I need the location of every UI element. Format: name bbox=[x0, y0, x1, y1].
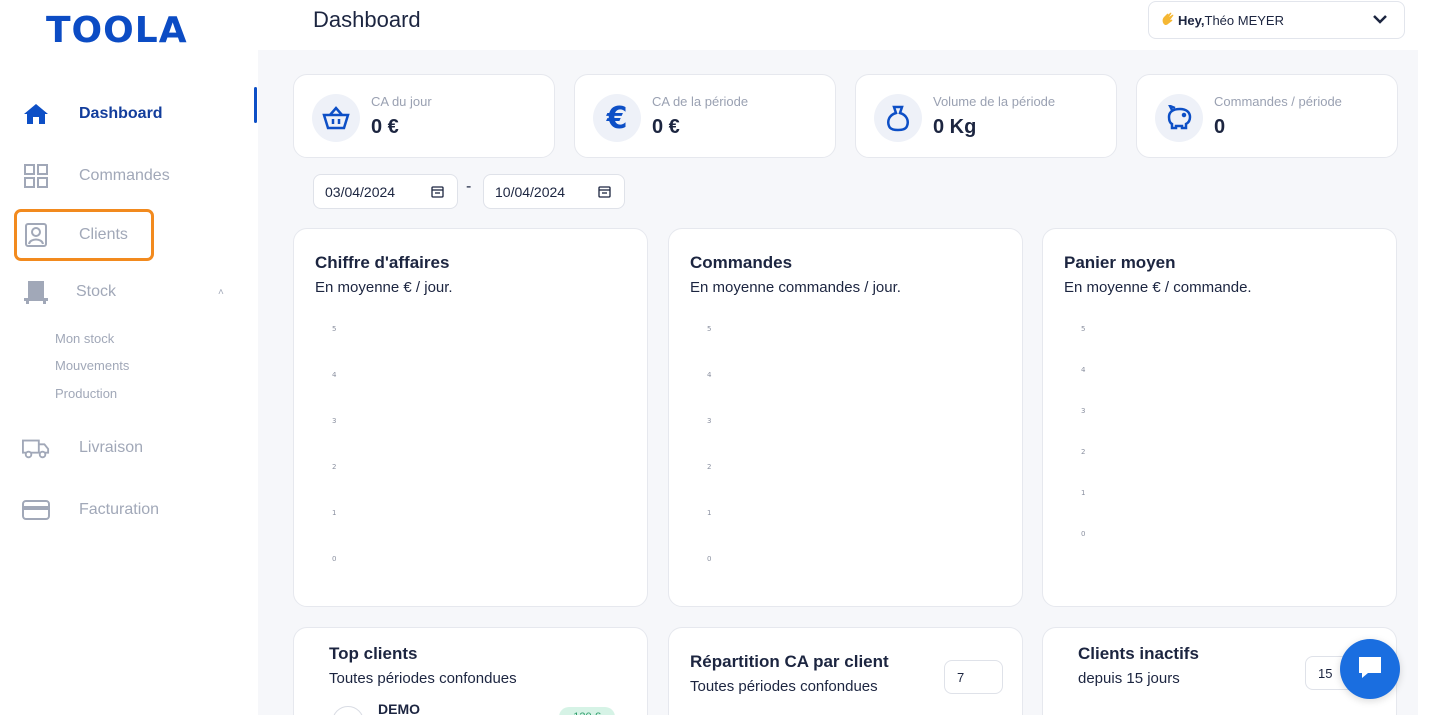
y-tick-label: 0 bbox=[332, 555, 336, 563]
sidebar-item-label: Clients bbox=[79, 226, 128, 243]
active-indicator bbox=[254, 87, 257, 123]
card-subtitle: depuis 15 jours bbox=[1078, 670, 1180, 687]
sidebar-item-facturation[interactable]: Facturation bbox=[0, 490, 250, 530]
chart-card-commandes: Commandes En moyenne commandes / jour. 5… bbox=[668, 228, 1023, 607]
chat-button[interactable] bbox=[1340, 639, 1400, 699]
piggy-bank-icon bbox=[1155, 94, 1203, 142]
stat-value: 0 Kg bbox=[933, 116, 977, 138]
stat-value: 0 bbox=[1214, 116, 1226, 138]
sidebar-item-commandes[interactable]: Commandes bbox=[0, 156, 250, 196]
sidebar-item-label: Stock bbox=[76, 283, 117, 300]
contact-card-icon bbox=[22, 221, 50, 249]
chevron-up-icon[interactable]: ˄ bbox=[218, 287, 224, 298]
chart-plot: 5 4 3 2 1 0 bbox=[707, 325, 712, 563]
app-logo[interactable]: TOOLA bbox=[46, 10, 188, 51]
date-end-value: 10/04/2024 bbox=[495, 183, 566, 200]
y-tick-label: 2 bbox=[1081, 448, 1085, 456]
credit-card-icon bbox=[22, 496, 50, 524]
basket-icon bbox=[312, 94, 360, 142]
stat-value: 0 € bbox=[371, 116, 399, 138]
chart-card-panier-moyen: Panier moyen En moyenne € / commande. 54… bbox=[1042, 228, 1397, 607]
greeting-text: Hey, bbox=[1178, 12, 1205, 28]
date-separator: - bbox=[466, 178, 472, 195]
sidebar-item-label: Dashboard bbox=[79, 105, 163, 122]
sidebar-subitem-production[interactable]: Production bbox=[55, 386, 117, 401]
sidebar-subitem-mouvements[interactable]: Mouvements bbox=[55, 358, 129, 373]
stat-card-ca-jour: CA du jour 0 € bbox=[293, 74, 555, 158]
date-end-input[interactable]: 10/04/2024 bbox=[483, 174, 625, 209]
page-title: Dashboard bbox=[313, 7, 421, 32]
card-subtitle: Toutes périodes confondues bbox=[329, 670, 517, 687]
stat-value: 0 € bbox=[652, 116, 680, 138]
card-repartition-ca: Répartition CA par client Toutes période… bbox=[668, 627, 1023, 715]
y-tick-label: 1 bbox=[707, 509, 711, 517]
client-amount-badge: 120 € bbox=[559, 707, 615, 715]
card-top-clients: Top clients Toutes périodes confondues .… bbox=[293, 627, 648, 715]
stat-card-commandes: Commandes / période 0 bbox=[1136, 74, 1398, 158]
card-subtitle: Toutes périodes confondues bbox=[690, 678, 878, 695]
y-tick-label: 2 bbox=[332, 463, 336, 471]
user-menu-dropdown[interactable]: Hey, Théo MEYER bbox=[1148, 1, 1405, 39]
chart-plot: 5 4 3 2 1 0 bbox=[1081, 325, 1086, 538]
sidebar-item-stock[interactable]: Stock ˄ bbox=[0, 272, 250, 312]
date-start-input[interactable]: 03/04/2024 bbox=[313, 174, 458, 209]
weight-bag-icon bbox=[874, 94, 922, 142]
client-avatar: ... bbox=[332, 706, 364, 715]
sidebar: TOOLA Dashboard Commandes Clients Stock … bbox=[0, 0, 258, 715]
card-title: Répartition CA par client bbox=[690, 652, 889, 671]
y-tick-label: 3 bbox=[707, 417, 711, 425]
warehouse-icon bbox=[22, 278, 50, 306]
y-tick-label: 3 bbox=[332, 417, 336, 425]
calendar-icon[interactable] bbox=[598, 185, 611, 201]
truck-icon bbox=[22, 434, 50, 462]
card-title: Top clients bbox=[329, 644, 418, 663]
stat-card-ca-periode: € CA de la période 0 € bbox=[574, 74, 836, 158]
y-tick-label: 3 bbox=[1081, 407, 1085, 415]
stat-label: Commandes / période bbox=[1214, 94, 1342, 109]
stat-card-volume: Volume de la période 0 Kg bbox=[855, 74, 1117, 158]
sidebar-item-label: Commandes bbox=[79, 167, 170, 184]
sidebar-item-label: Facturation bbox=[79, 501, 160, 518]
client-count-input[interactable]: 7 bbox=[944, 660, 1003, 694]
y-tick-label: 4 bbox=[332, 371, 337, 379]
stat-label: Volume de la période bbox=[933, 94, 1056, 109]
y-tick-label: 5 bbox=[707, 325, 711, 333]
chevron-down-icon bbox=[1372, 11, 1388, 30]
chat-bubble-icon bbox=[1356, 654, 1384, 685]
stat-label: CA de la période bbox=[652, 94, 749, 109]
euro-icon: € bbox=[593, 94, 641, 142]
stat-label: CA du jour bbox=[371, 94, 432, 109]
calendar-icon[interactable] bbox=[431, 185, 444, 201]
y-tick-label: 5 bbox=[1081, 325, 1085, 333]
sidebar-item-label: Livraison bbox=[79, 439, 144, 456]
y-tick-label: 5 bbox=[332, 325, 336, 333]
grid-icon bbox=[22, 162, 50, 190]
client-name[interactable]: DEMO bbox=[378, 701, 420, 715]
sidebar-item-clients[interactable]: Clients bbox=[0, 215, 250, 255]
sidebar-item-livraison[interactable]: Livraison bbox=[0, 428, 250, 468]
home-icon bbox=[22, 100, 50, 128]
chart-plot: 5 4 3 2 1 0 bbox=[332, 325, 337, 563]
waving-hand-icon bbox=[1161, 12, 1175, 29]
sidebar-item-dashboard[interactable]: Dashboard bbox=[0, 94, 250, 134]
y-tick-label: 4 bbox=[1081, 366, 1086, 374]
y-tick-label: 1 bbox=[332, 509, 336, 517]
card-title: Clients inactifs bbox=[1078, 644, 1199, 663]
chart-card-chiffre-affaires: Chiffre d'affaires En moyenne € / jour. … bbox=[293, 228, 648, 607]
y-tick-label: 1 bbox=[1081, 489, 1085, 497]
y-tick-label: 2 bbox=[707, 463, 711, 471]
y-tick-label: 4 bbox=[707, 371, 712, 379]
date-start-value: 03/04/2024 bbox=[325, 183, 396, 200]
sidebar-subitem-mon-stock[interactable]: Mon stock bbox=[55, 331, 114, 346]
y-tick-label: 0 bbox=[707, 555, 711, 563]
y-tick-label: 0 bbox=[1081, 530, 1085, 538]
user-name: Théo MEYER bbox=[1204, 12, 1284, 28]
